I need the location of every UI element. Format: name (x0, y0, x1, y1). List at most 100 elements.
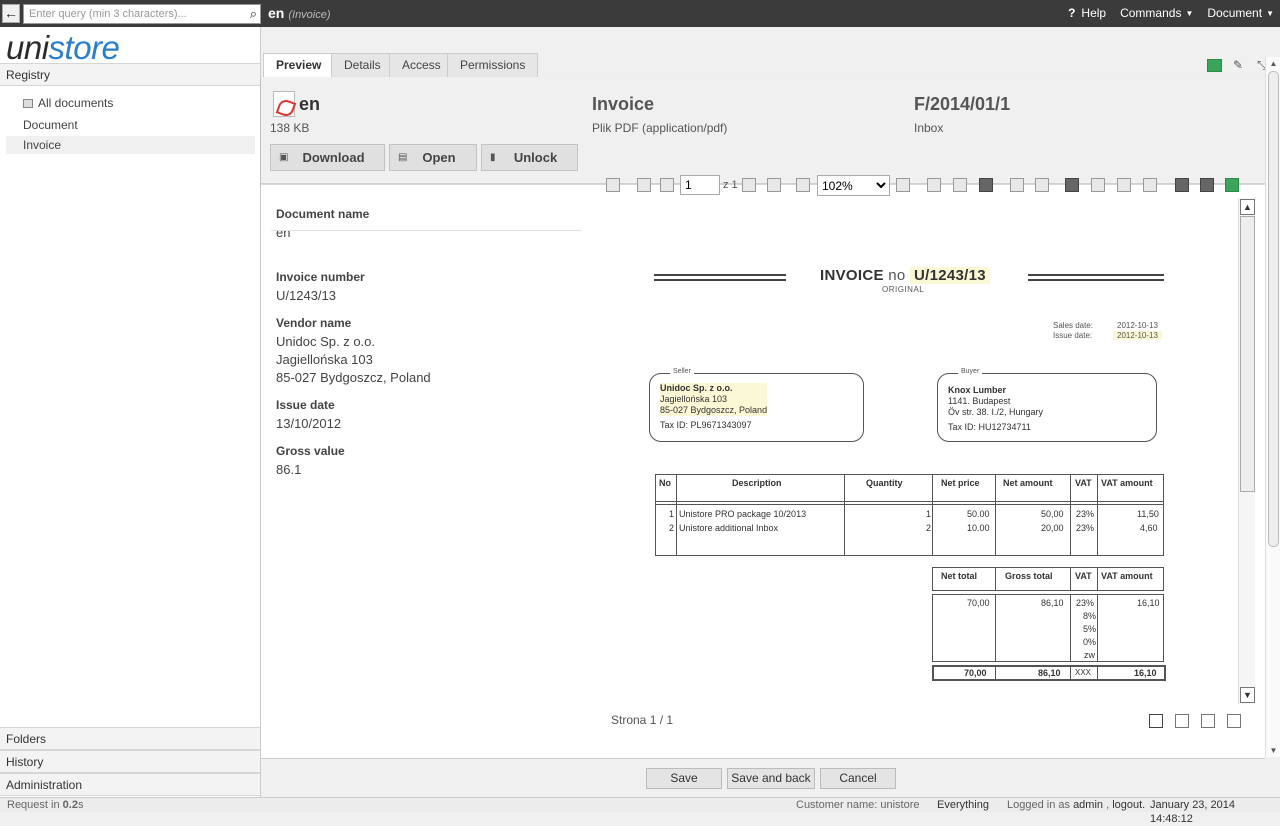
vendor-name-line1: Unidoc Sp. z o.o. (276, 334, 375, 349)
invoice-original-label: ORIGINAL (882, 285, 925, 294)
document-number-title: F/2014/01/1 (914, 94, 1011, 114)
total-vat-amount: 16,10 (1134, 668, 1157, 678)
summary-header-vat-amount: VAT amount (1101, 571, 1153, 581)
first-page-icon[interactable] (637, 178, 651, 192)
zoom-out-icon[interactable] (796, 178, 810, 192)
file-size: 138 KB (270, 121, 310, 135)
table-header-net-amount: Net amount (1003, 478, 1053, 488)
scroll-up-icon[interactable]: ▲ (1268, 58, 1279, 69)
commands-menu[interactable]: Commands ▼ (1120, 6, 1193, 20)
scope-selector[interactable]: Everything (937, 798, 989, 812)
gross-value-value: 86.1 (276, 462, 302, 477)
fit-width-icon[interactable] (953, 178, 967, 192)
document-heading: en (Invoice) (268, 5, 331, 21)
zoom-in-icon[interactable] (896, 178, 910, 192)
mime-type: Plik PDF (application/pdf) (592, 121, 728, 135)
page-number-input[interactable] (680, 175, 720, 195)
sidebar-item-invoice[interactable]: Invoice (6, 136, 255, 154)
summary-header-gross-total: Gross total (1005, 571, 1053, 581)
table-header-quantity: Quantity (866, 478, 903, 488)
help-link[interactable]: ? Help (1068, 6, 1106, 20)
document-header: en 138 KB ▣ Download ▤ Open ▮ Unlock Invoic… (261, 77, 1265, 184)
save-button[interactable]: Save (646, 768, 722, 789)
sales-date-value: 2012-10-13 (1117, 321, 1158, 330)
table-rule (1097, 567, 1098, 591)
sidebar-item-document[interactable]: Document (6, 116, 255, 134)
magnify-minus-icon[interactable] (1143, 178, 1157, 192)
scroll-down-icon[interactable]: ▼ (1268, 745, 1279, 756)
help-label: Help (1081, 6, 1107, 20)
table-rule (844, 474, 845, 556)
summary-gross-total: 86,10 (1041, 598, 1064, 608)
vat-rate-5: 5% (1083, 624, 1097, 634)
scroll-thumb[interactable] (1268, 71, 1279, 547)
search-icon[interactable]: ⌕ (250, 6, 257, 22)
vat-rate-zw: zw (1084, 650, 1095, 660)
last-page-icon[interactable] (767, 178, 781, 192)
next-page-icon[interactable] (742, 178, 756, 192)
table-cell-net-price: 10.00 (967, 523, 990, 533)
summary-net-total: 70,00 (967, 598, 990, 608)
invoice-title-no: no (888, 267, 906, 284)
single-page-icon[interactable] (927, 178, 941, 192)
edit-icon[interactable]: ✎ (1233, 58, 1243, 72)
table-rule (1070, 665, 1071, 681)
add-icon[interactable] (1225, 178, 1239, 192)
vendor-name-line3: 85-027 Bydgoszcz, Poland (276, 370, 431, 385)
previous-page-icon[interactable] (660, 178, 674, 192)
scroll-down-icon[interactable]: ▼ (1240, 687, 1255, 703)
tab-permissions[interactable]: Permissions (447, 53, 539, 77)
username-link[interactable]: admin (1073, 799, 1103, 811)
two-page-view-icon[interactable] (1201, 714, 1215, 728)
thumbnails-icon[interactable] (1175, 178, 1189, 192)
text-select-icon[interactable] (1091, 178, 1105, 192)
sidebar-item-all-documents[interactable]: All documents (6, 94, 255, 112)
customer-name: Customer name: unistore (796, 799, 920, 811)
summary-vat-amount: 16,10 (1137, 598, 1160, 608)
unlock-button[interactable]: ▮ Unlock (481, 144, 578, 171)
single-page-view-icon[interactable] (1149, 714, 1163, 728)
sidebar-section-administration[interactable]: Administration (0, 773, 260, 796)
doc-name-value: en (276, 225, 291, 240)
document-location: Inbox (914, 121, 944, 135)
table-rule (676, 474, 677, 556)
search-input[interactable] (24, 5, 242, 23)
fit-page-icon[interactable] (979, 178, 993, 192)
grid-page-view-icon[interactable] (1227, 714, 1241, 728)
print-icon[interactable] (606, 178, 620, 192)
chevron-down-icon: ▼ (1266, 9, 1274, 19)
hand-tool-icon[interactable] (1065, 178, 1079, 192)
scroll-thumb[interactable] (1240, 216, 1255, 492)
tab-preview[interactable]: Preview (263, 53, 335, 79)
tab-details[interactable]: Details (331, 53, 394, 77)
open-label: Open (422, 150, 456, 165)
table-cell-net-amount: 50,00 (1041, 509, 1064, 519)
pdf-vertical-scrollbar[interactable]: ▲ ▼ (1238, 198, 1255, 704)
grid-view-icon[interactable] (1207, 59, 1222, 72)
rotate-left-icon[interactable] (1010, 178, 1024, 192)
table-rule (995, 665, 996, 681)
invoice-title-prefix: INVOICE (820, 267, 884, 284)
back-button[interactable]: ← (2, 4, 20, 23)
vat-rate-8: 8% (1083, 611, 1097, 621)
sidebar-section-history[interactable]: History (0, 750, 260, 773)
magnify-plus-icon[interactable] (1117, 178, 1131, 192)
logout-link[interactable]: logout. (1112, 799, 1145, 811)
sidebar-section-registry[interactable]: Registry (0, 63, 260, 86)
rotate-right-icon[interactable] (1035, 178, 1049, 192)
main-vertical-scrollbar[interactable]: ▲ ▼ (1265, 57, 1280, 757)
scroll-up-icon[interactable]: ▲ (1240, 199, 1255, 215)
text-tool-icon[interactable] (1200, 178, 1214, 192)
zoom-select[interactable]: 102% (817, 175, 890, 196)
sidebar-section-folders[interactable]: Folders (0, 727, 260, 750)
cancel-button[interactable]: Cancel (820, 768, 896, 789)
summary-header-net-total: Net total (941, 571, 977, 581)
save-and-back-button[interactable]: Save and back (727, 768, 815, 789)
logo-part-store: store (48, 29, 120, 66)
open-button[interactable]: ▤ Open (389, 144, 477, 171)
tab-access[interactable]: Access (389, 53, 454, 77)
download-button[interactable]: ▣ Download (270, 144, 385, 171)
unistore-logo[interactable]: unistore (6, 29, 120, 67)
document-menu[interactable]: Document ▼ (1207, 6, 1274, 20)
continuous-view-icon[interactable] (1175, 714, 1189, 728)
